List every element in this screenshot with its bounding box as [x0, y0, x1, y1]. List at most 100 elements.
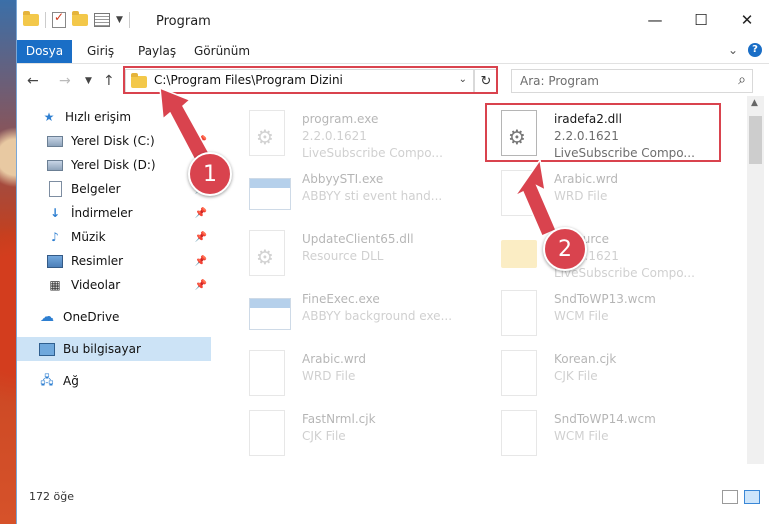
file-item[interactable]: Korean.cjk CJK File — [493, 346, 733, 404]
file-item[interactable]: Arabic.wrd WRD File — [493, 166, 733, 224]
sidebar-item-music[interactable]: ♪ Müzik 📌 — [17, 225, 211, 249]
video-icon: ▦ — [49, 278, 61, 292]
pin-icon[interactable]: 📌 — [195, 208, 207, 219]
callout-badge-2: 2 — [543, 227, 587, 271]
file-name: SndToWP14.wcm — [554, 412, 656, 426]
file-item[interactable]: Resource 2.2.0.1621 LiveSubscribe Compo.… — [493, 226, 733, 284]
file-name: program.exe — [302, 112, 379, 126]
file-explorer-window: ▼ Program — ☐ ✕ Dosya Giriş Paylaş Görün… — [16, 0, 769, 524]
file-name: Arabic.wrd — [554, 172, 619, 186]
tab-share[interactable]: Paylaş — [138, 40, 176, 63]
sidebar-item-this-pc[interactable]: Bu bilgisayar — [17, 337, 211, 361]
callout-badge-1: 1 — [188, 152, 232, 196]
sidebar-item-pictures[interactable]: Resimler 📌 — [17, 249, 211, 273]
close-button[interactable]: ✕ — [724, 0, 769, 40]
search-placeholder[interactable]: Ara: Program — [520, 74, 599, 88]
pin-icon[interactable]: 📌 — [195, 136, 207, 147]
view-toggle-group — [722, 490, 760, 504]
search-icon[interactable]: ⌕ — [738, 72, 746, 88]
ribbon-right-controls: ⌄ ? — [728, 43, 762, 57]
cloud-icon: ☁ — [40, 309, 54, 325]
help-icon[interactable]: ? — [748, 43, 762, 57]
address-highlight-box — [123, 66, 498, 94]
file-item[interactable]: Arabic.wrd WRD File — [241, 346, 481, 404]
window-title: Program — [156, 14, 211, 29]
download-icon: ↓ — [49, 206, 61, 220]
search-box[interactable]: Ara: Program ⌕ — [511, 69, 753, 93]
back-arrow-icon[interactable]: ← — [27, 73, 39, 89]
separator — [45, 12, 46, 28]
exe-file-icon: ⚙ — [249, 110, 289, 158]
expand-ribbon-chevron-icon[interactable]: ⌄ — [728, 43, 738, 57]
title-bar: ▼ Program — ☐ ✕ — [17, 0, 769, 40]
file-item[interactable]: FastNrml.cjk CJK File — [241, 406, 481, 464]
vertical-scrollbar[interactable]: ▲ — [747, 96, 764, 464]
file-type: CJK File — [302, 429, 346, 443]
tab-file[interactable]: Dosya — [17, 40, 72, 63]
file-icon — [249, 410, 289, 458]
sidebar-item-label: Videolar — [71, 278, 121, 292]
tiles-view-icon[interactable] — [744, 490, 760, 504]
sidebar-item-drive-d[interactable]: Yerel Disk (D:) 📌 — [17, 153, 211, 177]
file-item[interactable]: SndToWP14.wcm WCM File — [493, 406, 733, 464]
file-description: Resource DLL — [302, 249, 384, 263]
recent-locations-chevron-icon[interactable]: ▼ — [85, 76, 92, 86]
sidebar-item-label: Ağ — [63, 374, 79, 388]
view-options-icon[interactable] — [94, 13, 110, 27]
scroll-up-arrow-icon[interactable]: ▲ — [751, 98, 758, 108]
file-name: UpdateClient65.dll — [302, 232, 414, 246]
sidebar-item-drive-c[interactable]: Yerel Disk (C:) 📌 — [17, 129, 211, 153]
sidebar-item-documents[interactable]: Belgeler 📌 — [17, 177, 211, 201]
file-name: AbbyySTI.exe — [302, 172, 384, 186]
file-highlight-box — [485, 103, 721, 162]
file-type: WRD File — [302, 369, 356, 383]
file-icon — [501, 290, 541, 338]
file-description: LiveSubscribe Compo... — [302, 146, 443, 160]
file-type: WCM File — [554, 429, 609, 443]
sidebar-item-label: Yerel Disk (D:) — [71, 158, 156, 172]
separator — [128, 12, 130, 28]
pin-icon[interactable]: 📌 — [195, 256, 207, 267]
exe-file-icon — [249, 290, 291, 338]
pictures-icon — [47, 254, 63, 268]
file-icon — [501, 410, 541, 458]
maximize-button[interactable]: ☐ — [678, 0, 724, 40]
file-type: WRD File — [554, 189, 608, 203]
file-icon — [501, 350, 541, 398]
customize-toolbar-chevron-icon[interactable]: ▼ — [116, 15, 123, 25]
file-item[interactable]: ⚙ program.exe 2.2.0.1621 LiveSubscribe C… — [241, 106, 481, 164]
scrollbar-thumb[interactable] — [749, 116, 762, 164]
sidebar-item-network[interactable]: 🖧 Ağ — [17, 369, 211, 393]
sidebar-item-label: Yerel Disk (C:) — [71, 134, 155, 148]
computer-icon — [39, 342, 55, 356]
music-icon: ♪ — [51, 230, 59, 244]
pin-icon[interactable]: 📌 — [195, 232, 207, 243]
file-item[interactable]: ⚙ UpdateClient65.dll Resource DLL — [241, 226, 481, 284]
file-version: 2.2.0.1621 — [302, 129, 367, 143]
sidebar-item-quick-access[interactable]: ★ Hızlı erişim — [17, 105, 211, 129]
sidebar-item-videos[interactable]: ▦ Videolar 📌 — [17, 273, 211, 297]
minimize-button[interactable]: — — [632, 0, 678, 40]
file-name: FastNrml.cjk — [302, 412, 376, 426]
pin-icon[interactable]: 📌 — [195, 280, 207, 291]
details-view-icon[interactable] — [722, 490, 738, 504]
sidebar-item-downloads[interactable]: ↓ İndirmeler 📌 — [17, 201, 211, 225]
file-type: CJK File — [554, 369, 598, 383]
tab-home[interactable]: Giriş — [87, 40, 114, 63]
sidebar-item-label: Belgeler — [71, 182, 121, 196]
new-folder-icon[interactable] — [72, 11, 88, 26]
file-item[interactable]: FineExec.exe ABBYY background exe... — [241, 286, 481, 344]
file-name: SndToWP13.wcm — [554, 292, 656, 306]
file-item[interactable]: SndToWP13.wcm WCM File — [493, 286, 733, 344]
sidebar-item-onedrive[interactable]: ☁ OneDrive — [17, 305, 211, 329]
up-arrow-icon[interactable]: ↑ — [103, 73, 115, 89]
file-item[interactable]: AbbyySTI.exe ABBYY sti event hand... — [241, 166, 481, 224]
file-name: Korean.cjk — [554, 352, 617, 366]
folder-icon — [501, 230, 541, 278]
forward-arrow-icon[interactable]: → — [59, 73, 71, 89]
star-icon: ★ — [43, 110, 55, 124]
properties-check-icon[interactable] — [52, 10, 66, 28]
drive-icon — [47, 158, 63, 172]
tab-view[interactable]: Görünüm — [194, 40, 250, 63]
network-icon: 🖧 — [40, 372, 54, 387]
